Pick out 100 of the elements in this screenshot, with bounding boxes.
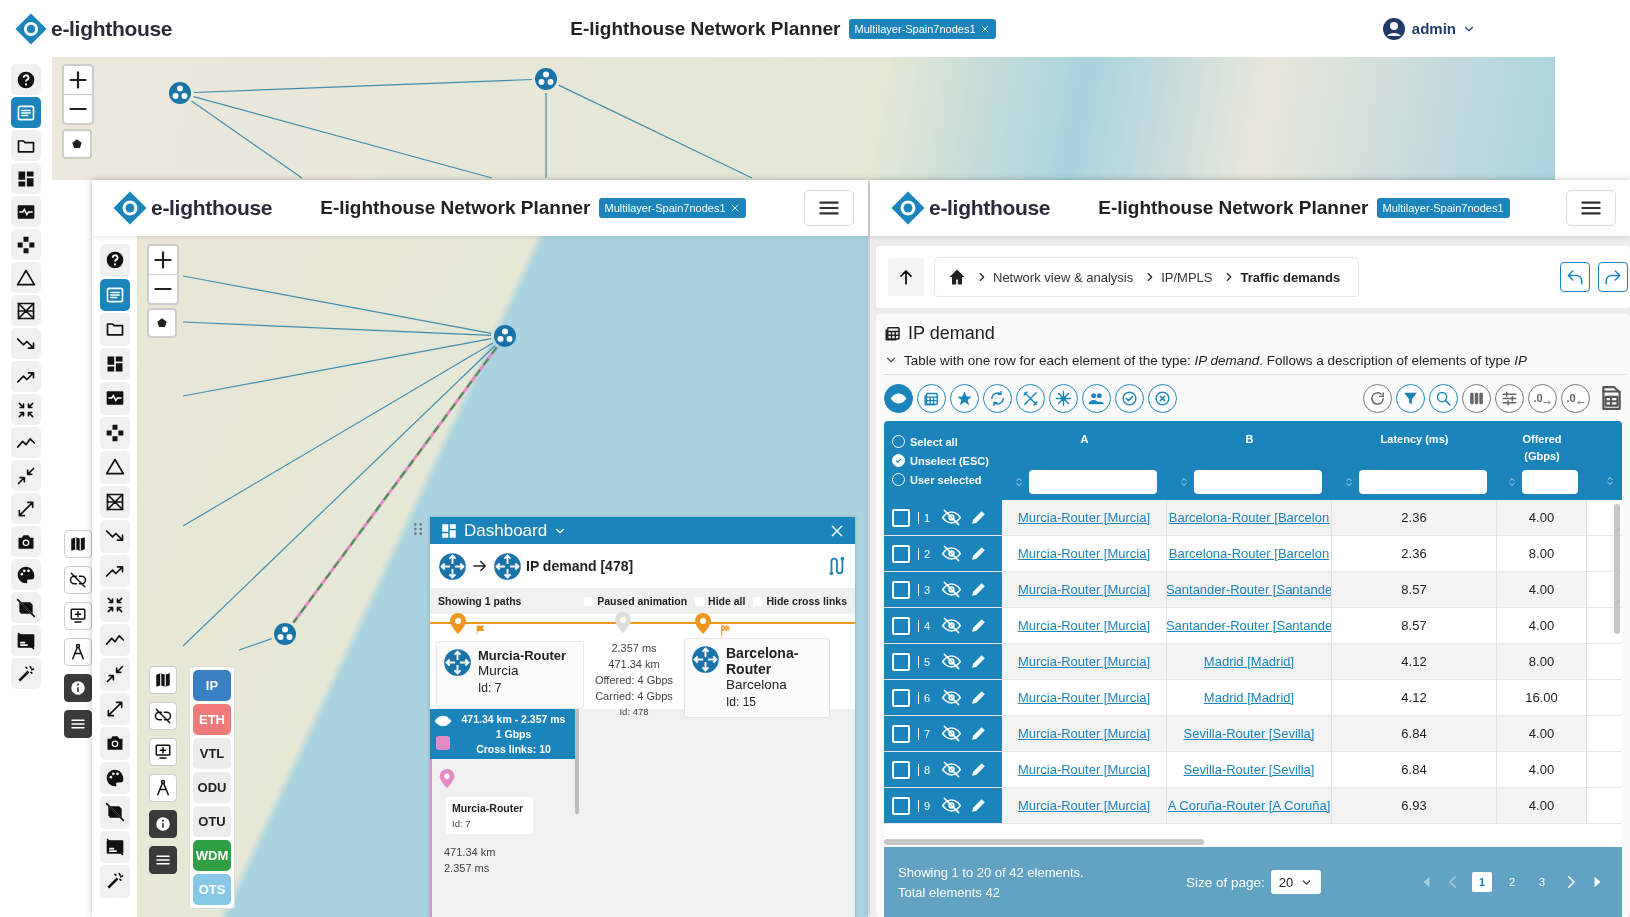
- layer-button[interactable]: OTU: [193, 806, 231, 837]
- table-cell: 4.00: [1528, 510, 1555, 525]
- node-card[interactable]: Murcia-Router Id: 7: [446, 797, 533, 834]
- table-cell: 16.00: [1525, 690, 1558, 705]
- node-name: Murcia-Router: [478, 648, 567, 663]
- path-summary-text: 1 Gbps: [495, 727, 532, 742]
- node-link[interactable]: Murcia-Router [Murcia]: [1017, 546, 1151, 561]
- design-tag: Multilayer-Spain7nodes1: [848, 18, 996, 39]
- section-title: IP demand: [908, 322, 995, 344]
- page-button[interactable]: 1: [1472, 872, 1492, 892]
- node-link[interactable]: Santander-Router [Santande: [1167, 618, 1331, 633]
- page-button[interactable]: 3: [1532, 872, 1552, 892]
- node-card[interactable]: Barcelona-Router Barcelona Id: 15: [684, 638, 830, 718]
- node-link[interactable]: Sevilla-Router [Sevilla]: [1183, 762, 1315, 777]
- row-number: 8: [918, 763, 934, 776]
- row-number: 1: [918, 511, 934, 524]
- node-link[interactable]: Murcia-Router [Murcia]: [1017, 690, 1151, 705]
- table-cell: 8.57: [1401, 618, 1427, 633]
- description-text: Table with one row for each element of the type: IP demand. Follows a description of elements of type IP: [904, 352, 1528, 368]
- link-info-text: Id: 478: [619, 705, 649, 719]
- option-label: Unselect (ESC): [910, 454, 989, 467]
- decrease-decimals-button[interactable]: .0: [1561, 383, 1590, 413]
- option-label: Hide cross links: [766, 595, 847, 607]
- layer-button[interactable]: VTL: [193, 738, 231, 769]
- dashboard-title[interactable]: Dashboard: [464, 520, 548, 541]
- table-cell: 2.36: [1401, 510, 1427, 525]
- path-item[interactable]: 471.34 km - 2.357 ms 1 Gbps Cross links: 10: [430, 709, 575, 759]
- page-size-select[interactable]: 20: [1270, 870, 1321, 894]
- row-number: 5: [918, 655, 934, 668]
- node-id: Id: 15: [726, 695, 758, 709]
- table-cell: 4.12: [1401, 690, 1427, 705]
- table-cell: 6.84: [1401, 726, 1427, 741]
- node-link[interactable]: Murcia-Router [Murcia]: [1017, 618, 1151, 633]
- breadcrumb-link[interactable]: IP/MPLS: [1161, 269, 1213, 285]
- row-number: 4: [918, 619, 934, 632]
- column-header[interactable]: A: [1080, 431, 1089, 448]
- node-name: Barcelona-Router: [726, 645, 800, 677]
- table-cell: 8.57: [1401, 582, 1427, 597]
- option-label: Hide all: [708, 595, 746, 607]
- design-tag: Multilayer-Spain7nodes1: [1376, 198, 1510, 218]
- path-summary-text: 471.34 km - 2.357 ms: [461, 712, 566, 727]
- table-cell: 6.84: [1401, 762, 1427, 777]
- breadcrumb-link[interactable]: Network view & analysis: [993, 269, 1134, 285]
- column-header[interactable]: Offered (Gbps): [1517, 431, 1567, 465]
- table-cell: 4.00: [1528, 762, 1555, 777]
- table-summary: Showing 1 to 20 of 42 elements.: [898, 864, 1085, 880]
- row-number: 7: [918, 727, 934, 740]
- row-number: 9: [918, 799, 934, 812]
- path-summary-text: Cross links: 10: [476, 742, 551, 757]
- row-number: 2: [918, 547, 934, 560]
- page-button[interactable]: 2: [1502, 872, 1522, 892]
- design-tag: Multilayer-Spain7nodes1: [598, 198, 746, 218]
- column-header[interactable]: B: [1245, 431, 1254, 448]
- link-info-text: Carried: 4 Gbps: [595, 689, 673, 704]
- node-card[interactable]: Murcia-Router Murcia Id: 7: [436, 641, 584, 709]
- option-label: Select all: [910, 435, 958, 448]
- layer-button[interactable]: ODU: [193, 772, 231, 803]
- breadcrumb-link[interactable]: Traffic demands: [1240, 269, 1341, 285]
- table-cell: 4.00: [1528, 582, 1555, 597]
- logo-text: e-lighthouse: [929, 196, 1051, 220]
- column-header[interactable]: Latency (ms): [1380, 431, 1449, 448]
- node-site: Barcelona: [726, 677, 788, 692]
- link-info-text: 2.357 ms: [611, 641, 657, 656]
- node-site: Murcia: [478, 663, 520, 678]
- table-cell: 4.12: [1401, 654, 1427, 669]
- node-id: Id: 7: [478, 681, 503, 695]
- node-link[interactable]: Murcia-Router [Murcia]: [1017, 762, 1151, 777]
- page-size-label: Size of page:: [1186, 874, 1265, 890]
- node-id: Id: 7: [452, 818, 472, 829]
- option-label: User selected: [910, 473, 982, 486]
- layer-button[interactable]: IP: [193, 670, 231, 701]
- table-cell: 4.00: [1528, 618, 1555, 633]
- node-link[interactable]: Barcelona-Router [Barcelon: [1168, 546, 1330, 561]
- paths-count: Showing 1 paths: [438, 595, 522, 607]
- app-title: E-lighthouse Network Planner: [1098, 197, 1369, 219]
- logo-text: e-lighthouse: [151, 196, 273, 220]
- app-title: E-lighthouse Network Planner: [320, 197, 591, 219]
- layer-button[interactable]: ETH: [193, 704, 231, 735]
- table-cell: 4.00: [1528, 726, 1555, 741]
- table-cell: 4.00: [1528, 798, 1555, 813]
- table-total: Total elements 42: [898, 884, 1001, 900]
- path-detail-text: 2.357 ms: [444, 861, 491, 876]
- table-cell: 8.00: [1528, 654, 1555, 669]
- user-menu[interactable]: admin: [1411, 20, 1456, 37]
- layer-button[interactable]: WDM: [193, 840, 231, 871]
- logo-text: e-lighthouse: [51, 16, 173, 41]
- node-link[interactable]: Madrid [Madrid]: [1203, 690, 1295, 705]
- row-number: 6: [918, 691, 934, 704]
- option-label: Paused animation: [597, 595, 688, 607]
- table-cell: 8.00: [1528, 546, 1555, 561]
- increase-decimals-button[interactable]: .0: [1528, 383, 1557, 413]
- demand-title: IP demand [478]: [526, 558, 634, 574]
- link-info-text: Offered: 4 Gbps: [594, 673, 674, 688]
- table-cell: 2.36: [1401, 546, 1427, 561]
- app-title: E-lighthouse Network Planner: [570, 17, 841, 40]
- path-detail-text: 471.34 km: [444, 845, 497, 860]
- table-cell: 6.93: [1401, 798, 1427, 813]
- link-info-text: 471.34 km: [608, 657, 660, 672]
- row-number: 3: [918, 583, 934, 596]
- node-name: Murcia-Router: [452, 802, 525, 814]
